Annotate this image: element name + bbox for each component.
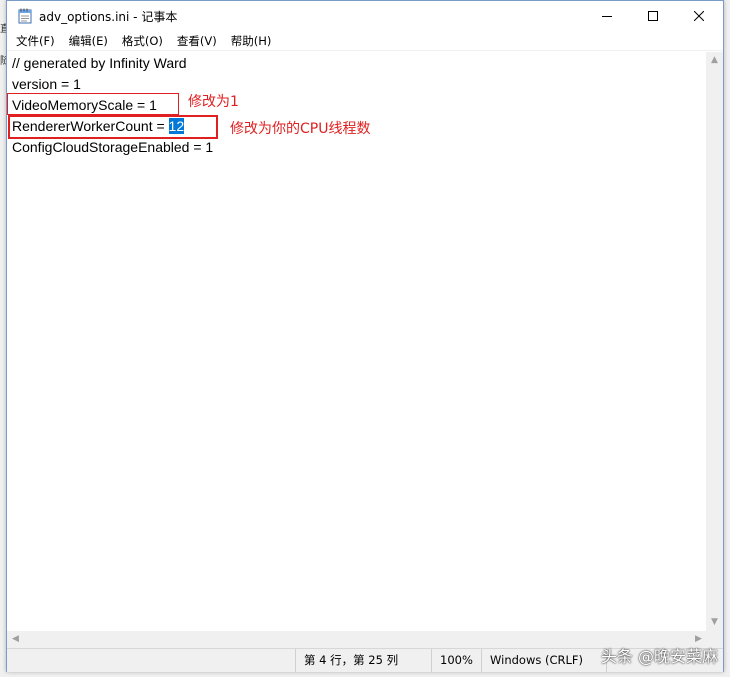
menu-format[interactable]: 格式(O) — [115, 32, 170, 50]
title-bar[interactable]: adv_options.ini - 记事本 — [7, 1, 723, 31]
minimize-button[interactable] — [584, 1, 630, 31]
annotation-box-rendererworker — [8, 115, 218, 139]
menu-edit[interactable]: 编辑(E) — [62, 32, 115, 50]
menu-bar: 文件(F) 编辑(E) 格式(O) 查看(V) 帮助(H) — [7, 31, 723, 51]
scroll-down-arrow-icon[interactable]: ▼ — [706, 614, 723, 631]
watermark-text: 头条 @晚安菜麻 — [600, 647, 718, 666]
status-zoom: 100% — [431, 649, 481, 672]
maximize-icon — [648, 11, 658, 21]
window-title: adv_options.ini - 记事本 — [39, 10, 178, 24]
close-button[interactable] — [676, 1, 722, 31]
menu-help[interactable]: 帮助(H) — [224, 32, 279, 50]
menu-file[interactable]: 文件(F) — [9, 32, 62, 50]
annotation-text-1: 修改为1 — [188, 94, 239, 110]
annotation-box-videomemory — [7, 93, 179, 115]
vertical-scrollbar[interactable]: ▲ ▼ — [706, 52, 723, 631]
close-icon — [694, 11, 704, 21]
text-editor[interactable]: // generated by Infinity Ward version = … — [7, 52, 707, 631]
annotation-text-2: 修改为你的CPU线程数 — [230, 121, 371, 137]
scroll-up-arrow-icon[interactable]: ▲ — [706, 52, 723, 69]
status-line-ending: Windows (CRLF) — [481, 649, 606, 672]
menu-view[interactable]: 查看(V) — [170, 32, 224, 50]
maximize-button[interactable] — [630, 1, 676, 31]
scroll-left-arrow-icon[interactable]: ◀ — [7, 631, 24, 648]
editor-line-1: // generated by Infinity Ward — [12, 55, 187, 71]
notepad-window: adv_options.ini - 记事本 文件(F) 编辑(E) 格式(O) … — [6, 0, 724, 672]
editor-line-2: version = 1 — [12, 76, 81, 92]
status-cursor-position: 第 4 行，第 25 列 — [295, 649, 431, 672]
minimize-icon — [602, 16, 612, 17]
notepad-icon — [18, 8, 32, 24]
editor-line-5: ConfigCloudStorageEnabled = 1 — [12, 139, 214, 155]
